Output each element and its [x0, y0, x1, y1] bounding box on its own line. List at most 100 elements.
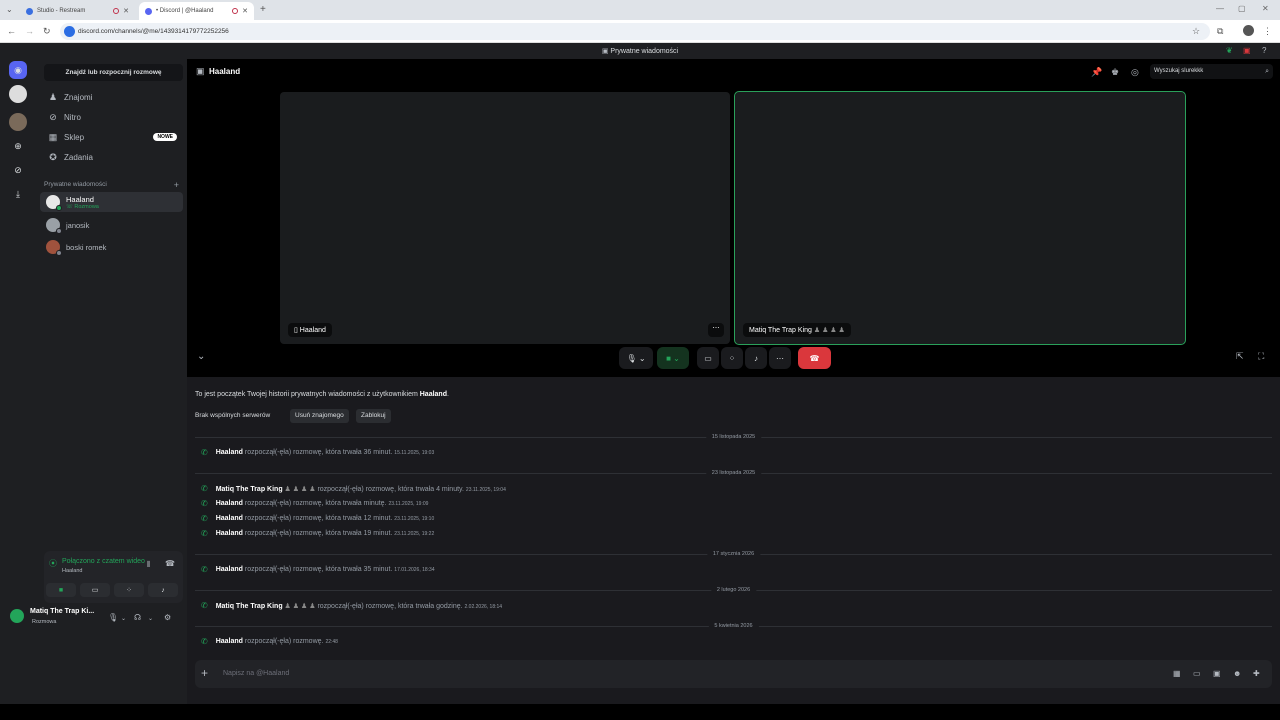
date-label: 2 lutego 2026	[710, 587, 757, 593]
nav-quests[interactable]: ✪ Zadania	[44, 148, 183, 166]
minimize-icon[interactable]: —	[1216, 4, 1224, 13]
pin-icon[interactable]: 📌	[1091, 67, 1102, 78]
video-tile[interactable]: ▯ Haaland ⋯	[280, 92, 730, 344]
nav-label: Zadania	[64, 152, 93, 162]
quests-icon: ✪	[49, 151, 57, 162]
reload-icon[interactable]: ↻	[43, 26, 51, 37]
collapse-chevron-icon[interactable]: ⌄	[197, 351, 205, 362]
video-tile[interactable]: Matiq The Trap King ♟ ♟ ♟ ♟	[734, 91, 1186, 345]
block-button[interactable]: Zablokuj	[356, 409, 391, 423]
soundboard-button[interactable]: ♪	[148, 583, 178, 597]
attach-plus-icon[interactable]: +	[201, 666, 208, 680]
voice-status[interactable]: Połączono z czatem wideo	[62, 558, 145, 565]
nav-shop[interactable]: ▦ Sklep NOWE	[44, 128, 183, 146]
remove-friend-button[interactable]: Usuń znajomego	[290, 409, 349, 423]
noise-suppression-icon[interactable]: ⫴	[147, 560, 150, 570]
find-conversation-button[interactable]: Znajdź lub rozpocznij rozmowę	[44, 64, 183, 81]
help-icon[interactable]: ?	[1262, 46, 1266, 55]
chevron-down-icon[interactable]: ⌄	[148, 615, 153, 622]
activities-button[interactable]: ⁘	[721, 347, 743, 369]
screen-share-button[interactable]: ▭	[697, 347, 719, 369]
emoji-icons: ♟ ♟ ♟ ♟	[811, 327, 845, 334]
user-name[interactable]: Matiq The Trap Ki...	[30, 608, 94, 615]
user-profile-icon[interactable]: ◎	[1131, 67, 1139, 78]
url-input[interactable]: discord.com/channels/@me/143931417977225…	[60, 23, 1210, 40]
dm-item-boski-romek[interactable]: boski romek	[40, 237, 183, 257]
phone-icon: ✆	[201, 448, 208, 457]
dm-activity-text: Rozmowa	[74, 203, 99, 210]
message-timestamp: 23.11.2025, 19:10	[394, 516, 435, 522]
gif-icon[interactable]: ▭	[1193, 669, 1201, 678]
recording-icon	[232, 8, 239, 14]
soundboard-button[interactable]: ♪	[745, 347, 767, 369]
tab-restream[interactable]: Studio - Restream ✕	[20, 2, 135, 20]
browser-menu-icon[interactable]: ⋮	[1263, 26, 1272, 37]
dm-name: boski romek	[66, 242, 107, 252]
discover-icon[interactable]: ⊘	[9, 161, 27, 179]
dm-item-haaland[interactable]: Haaland ☏ Rozmowa	[40, 192, 183, 212]
phone-icon: ✆	[201, 565, 208, 574]
server-avatar[interactable]	[9, 113, 27, 131]
tab-search-icon[interactable]: ⌄	[6, 5, 13, 14]
nav-nitro[interactable]: ⊘ Nitro	[44, 108, 183, 126]
emoji-icon[interactable]: ☻	[1233, 669, 1241, 678]
date-divider: 23 listopada 2025	[195, 470, 1272, 476]
message-author[interactable]: Haaland	[216, 515, 243, 522]
search-input[interactable]: Wyszukaj slurekkk ⌕	[1150, 64, 1273, 79]
profile-avatar[interactable]	[1243, 25, 1254, 36]
back-icon[interactable]: ←	[7, 26, 16, 36]
close-window-icon[interactable]: ✕	[1262, 4, 1269, 13]
message-author[interactable]: Matiq The Trap King	[216, 603, 283, 610]
screen-record-icon[interactable]: ▣	[1243, 46, 1251, 55]
call-message: ✆ Haaland rozpoczął(-ęła) rozmowę, która …	[201, 565, 435, 574]
camera-toggle-button[interactable]: ■ ⌄	[657, 347, 689, 369]
activities-button[interactable]: ⁘	[114, 583, 144, 597]
gift-icon[interactable]: ▦	[1173, 669, 1181, 678]
headphones-icon[interactable]: ☊	[134, 613, 141, 622]
bookmark-star-icon[interactable]: ☆	[1192, 26, 1200, 37]
close-tab-icon[interactable]: ✕	[123, 7, 129, 15]
tab-discord[interactable]: • Discord | @Haaland ✕	[139, 2, 254, 20]
maximize-icon[interactable]: ▢	[1238, 4, 1246, 13]
apps-icon[interactable]: ✚	[1253, 669, 1260, 678]
screen-share-button[interactable]: ▭	[80, 583, 110, 597]
mic-icon[interactable]: 🎙	[108, 613, 118, 622]
more-options-button[interactable]: ⋯	[708, 323, 724, 337]
disconnect-icon[interactable]: ☎	[165, 559, 175, 568]
fullscreen-icon[interactable]: ⛶	[1258, 351, 1264, 362]
hang-up-button[interactable]: ☎	[798, 347, 831, 369]
forward-icon[interactable]: →	[25, 26, 34, 36]
restream-favicon-icon	[26, 7, 33, 15]
message-author[interactable]: Matiq The Trap King	[216, 486, 283, 493]
message-author[interactable]: Haaland	[216, 449, 243, 456]
server-avatar[interactable]	[9, 85, 27, 103]
create-dm-icon[interactable]: +	[174, 180, 179, 190]
sticker-icon[interactable]: ▣	[1213, 669, 1221, 678]
new-tab-icon[interactable]: +	[260, 4, 266, 15]
add-friends-icon[interactable]: ♚	[1111, 67, 1119, 78]
message-author[interactable]: Haaland	[216, 566, 243, 573]
nitro-leaf-icon[interactable]: ❦	[1226, 46, 1233, 55]
site-info-icon[interactable]	[64, 26, 75, 37]
download-icon[interactable]: ⤓	[9, 185, 27, 203]
settings-gear-icon[interactable]: ⚙	[164, 613, 171, 622]
chevron-down-icon[interactable]: ⌄	[121, 615, 126, 622]
mic-toggle-button[interactable]: 🎙 ⌄	[619, 347, 653, 369]
nav-friends[interactable]: ♟ Znajomi	[44, 88, 183, 106]
camera-toggle-button[interactable]: ■	[46, 583, 76, 597]
add-server-icon[interactable]: ⊕	[9, 137, 27, 155]
date-label: 23 listopada 2025	[705, 470, 762, 476]
channel-title[interactable]: Haaland	[209, 67, 240, 76]
message-composer[interactable]: + Napisz na @Haaland ▦ ▭ ▣ ☻ ✚	[195, 660, 1272, 688]
user-avatar[interactable]	[10, 609, 24, 623]
discord-home-icon[interactable]: ◉	[9, 61, 27, 79]
dm-item-janosik[interactable]: janosik	[40, 215, 183, 235]
message-author[interactable]: Haaland	[216, 530, 243, 537]
more-button[interactable]: ⋯	[769, 347, 791, 369]
message-author[interactable]: Haaland	[216, 500, 243, 507]
popout-icon[interactable]: ⇱	[1236, 351, 1244, 362]
close-tab-icon[interactable]: ✕	[242, 7, 248, 15]
message-author[interactable]: Haaland	[216, 638, 243, 645]
emoji-icons: ♟ ♟ ♟ ♟	[284, 485, 316, 493]
extensions-icon[interactable]: ⧉	[1217, 26, 1223, 37]
